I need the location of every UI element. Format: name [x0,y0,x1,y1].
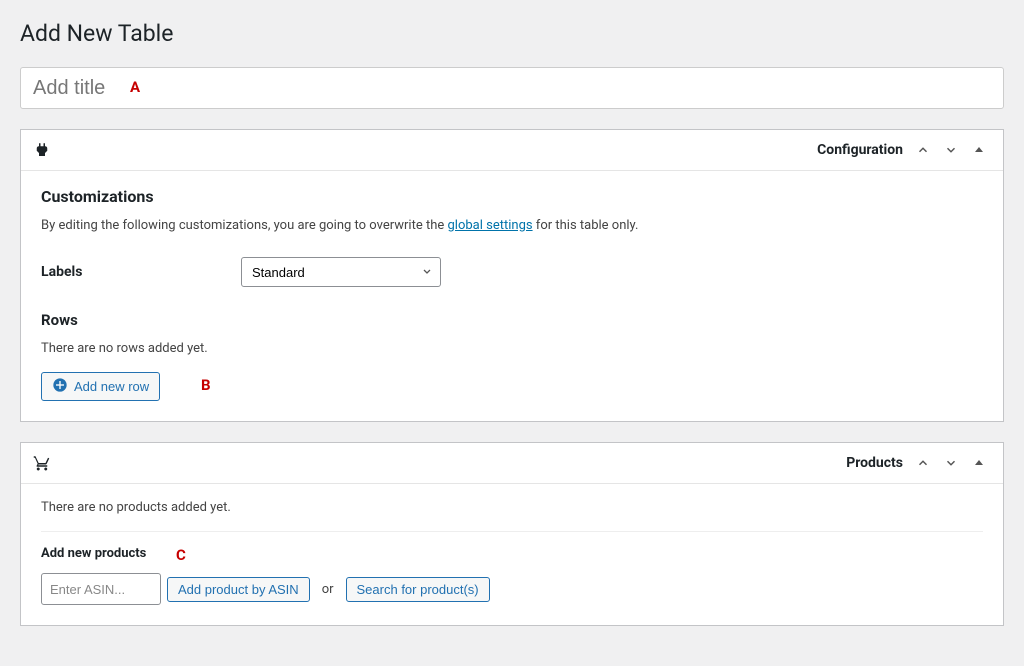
configuration-panel-title: Configuration [817,142,903,158]
collapse-toggle-button[interactable] [967,138,991,162]
plus-circle-icon [52,377,68,396]
annotation-b: B [201,376,211,394]
products-empty-text: There are no products added yet. [41,500,983,515]
configuration-panel: Configuration Customizations By editing … [20,129,1004,422]
rows-heading: Rows [41,311,983,329]
add-new-products-heading: Add new products [41,546,146,561]
search-products-button[interactable]: Search for product(s) [346,577,490,602]
configuration-panel-body: Customizations By editing the following … [21,171,1003,421]
search-products-label: Search for product(s) [357,582,479,597]
asin-input[interactable] [41,573,161,605]
add-new-row-label: Add new row [74,379,149,394]
move-down-button[interactable] [939,138,963,162]
title-input-wrapper: A [20,67,1004,129]
products-panel-header: Products [21,443,1003,484]
rows-empty-text: There are no rows added yet. [41,341,983,356]
move-down-button[interactable] [939,451,963,475]
move-up-button[interactable] [911,138,935,162]
divider [41,531,983,532]
cart-icon [33,454,51,472]
annotation-a: A [130,78,140,96]
plug-icon [33,141,51,159]
move-up-button[interactable] [911,451,935,475]
labels-row: Labels Standard [41,257,983,287]
products-panel: Products There are no products added yet… [20,442,1004,626]
customizations-description: By editing the following customizations,… [41,218,983,233]
annotation-c: C [176,546,186,564]
add-product-by-asin-label: Add product by ASIN [178,582,299,597]
customizations-heading: Customizations [41,187,983,206]
post-title-input[interactable] [20,67,1004,109]
or-text: or [322,582,334,597]
description-pre: By editing the following customizations,… [41,218,447,233]
products-panel-title: Products [846,455,903,471]
collapse-toggle-button[interactable] [967,451,991,475]
add-product-by-asin-button[interactable]: Add product by ASIN [167,577,310,602]
description-post: for this table only. [533,218,639,233]
add-new-row-button[interactable]: Add new row [41,372,160,401]
page-title: Add New Table [20,20,1004,47]
labels-label: Labels [41,264,241,280]
global-settings-link[interactable]: global settings [447,218,532,233]
labels-select[interactable]: Standard [241,257,441,287]
products-panel-body: There are no products added yet. Add new… [21,484,1003,625]
add-product-row: Add product by ASIN or Search for produc… [41,573,983,605]
configuration-panel-header: Configuration [21,130,1003,171]
